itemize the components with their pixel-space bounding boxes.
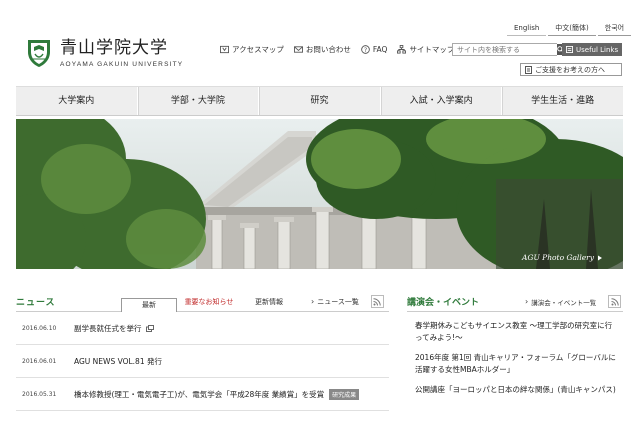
faq-label: FAQ xyxy=(372,45,388,54)
access-map-link[interactable]: アクセスマップ xyxy=(220,44,284,55)
news-item[interactable]: 2016.05.31 橋本修教授(理工・電気電子工)が、電気学会「平成28年度 … xyxy=(16,378,389,411)
crest-icon xyxy=(28,40,50,67)
event-item[interactable]: 公開講座「ヨーロッパと日本の絆な関係」(青山キャンパス) xyxy=(407,384,623,396)
site-search xyxy=(452,43,564,56)
global-nav: 大学案内 学部・大学院 研究 入試・入学案内 学生生活・進路 xyxy=(16,86,623,116)
news-title: ニュース xyxy=(16,298,56,308)
external-link-icon xyxy=(145,324,154,332)
nav-student-life[interactable]: 学生生活・進路 xyxy=(502,87,623,115)
news-text-wrap: 副学長就任式を挙行 xyxy=(74,323,154,334)
news-section: ニュース 最新 重要なお知らせ 更新情報 › ニュース一覧 2016.06.10… xyxy=(16,292,389,411)
support-label: ご支援をお考えの方へ xyxy=(535,65,605,74)
svg-text:?: ? xyxy=(364,47,367,54)
useful-links-button[interactable]: Useful Links xyxy=(562,43,622,56)
logo-english: AOYAMA GAKUIN UNIVERSITY xyxy=(60,61,184,68)
university-logo[interactable]: 青山学院大学 AOYAMA GAKUIN UNIVERSITY xyxy=(26,38,183,68)
faq-link[interactable]: ? FAQ xyxy=(361,45,388,54)
news-headline: 橋本修教授(理工・電気電子工)が、電気学会「平成28年度 業績賞」を受賞 xyxy=(74,389,325,399)
site-header: 青山学院大学 AOYAMA GAKUIN UNIVERSITY English … xyxy=(0,0,640,86)
nav-admissions[interactable]: 入試・入学案内 xyxy=(380,87,503,115)
access-map-label: アクセスマップ xyxy=(232,45,284,54)
news-text-wrap: 橋本修教授(理工・電気電子工)が、電気学会「平成28年度 業績賞」を受賞 研究成… xyxy=(74,388,360,400)
rss-icon xyxy=(611,297,619,306)
tab-latest[interactable]: 最新 xyxy=(121,297,177,312)
map-pin-icon xyxy=(220,45,229,54)
question-icon: ? xyxy=(361,45,370,54)
mail-icon xyxy=(293,46,303,53)
events-title: 講演会・イベント xyxy=(407,298,480,308)
list-icon xyxy=(566,46,573,53)
contact-label: お問い合わせ xyxy=(305,45,351,54)
sitemap-link[interactable]: サイトマップ xyxy=(397,44,454,55)
nav-faculties[interactable]: 学部・大学院 xyxy=(137,87,260,115)
news-date: 2016.05.31 xyxy=(22,390,57,398)
news-headline: AGU NEWS VOL.81 発行 xyxy=(74,356,162,366)
nav-about[interactable]: 大学案内 xyxy=(16,87,138,115)
nav-research[interactable]: 研究 xyxy=(259,87,381,115)
news-list-link[interactable]: › ニュース一覧 xyxy=(311,297,359,307)
chevron-right-icon: › xyxy=(525,297,529,306)
campus-building-photo xyxy=(16,119,623,269)
news-date: 2016.06.10 xyxy=(22,324,57,332)
news-date: 2016.06.01 xyxy=(22,357,57,365)
chevron-right-icon: › xyxy=(311,297,315,306)
photo-gallery-link[interactable]: AGU Photo Gallery xyxy=(522,253,603,262)
rss-button[interactable] xyxy=(608,295,622,308)
search-input[interactable] xyxy=(453,44,557,55)
events-header: 講演会・イベント › 講演会・イベント一覧 xyxy=(407,292,623,312)
lang-english[interactable]: English xyxy=(507,24,547,36)
sitemap-icon xyxy=(397,45,407,54)
language-switcher: English 中文(簡体) 한국어 xyxy=(505,24,632,36)
photo-gallery-label: AGU Photo Gallery xyxy=(522,253,594,262)
events-list-link[interactable]: › 講演会・イベント一覧 xyxy=(525,297,596,307)
tab-important[interactable]: 重要なお知らせ xyxy=(179,295,239,309)
news-item[interactable]: 2016.06.01 AGU NEWS VOL.81 発行 xyxy=(16,345,389,378)
useful-links-label: Useful Links xyxy=(576,45,619,54)
category-badge: 研究成果 xyxy=(329,388,360,400)
utility-links: アクセスマップ お問い合わせ ? FAQ サイトマップ xyxy=(220,44,464,55)
events-list-label: 講演会・イベント一覧 xyxy=(531,298,597,307)
news-item[interactable]: 2016.06.10 副学長就任式を挙行 xyxy=(16,312,389,345)
events-section: 講演会・イベント › 講演会・イベント一覧 春学期休みこどもサイエンス教室 ～理… xyxy=(407,292,623,396)
support-link[interactable]: ご支援をお考えの方へ xyxy=(520,63,622,76)
contact-link[interactable]: お問い合わせ xyxy=(293,44,351,55)
tab-updates[interactable]: 更新情報 xyxy=(239,295,299,309)
news-headline: 副学長就任式を挙行 xyxy=(74,323,142,333)
gallery-arrow-icon xyxy=(598,255,602,260)
document-icon xyxy=(525,65,532,74)
lang-korean[interactable]: 한국어 xyxy=(597,24,632,36)
hero-image[interactable]: AGU Photo Gallery xyxy=(16,119,623,269)
event-item[interactable]: 2016年度 第1回 青山キャリア・フォーラム「グローバルに活躍する女性MBAホ… xyxy=(407,352,623,376)
rss-button[interactable] xyxy=(370,295,384,308)
lang-chinese[interactable]: 中文(簡体) xyxy=(548,24,596,36)
rss-icon xyxy=(373,297,382,306)
event-item[interactable]: 春学期休みこどもサイエンス教室 ～理工学部の研究室に行ってみよう!～ xyxy=(407,320,623,344)
sitemap-label: サイトマップ xyxy=(409,45,455,54)
logo-japanese: 青山学院大学 xyxy=(60,38,168,58)
news-header: ニュース 最新 重要なお知らせ 更新情報 › ニュース一覧 xyxy=(16,292,389,312)
news-list-label: ニュース一覧 xyxy=(317,297,359,306)
